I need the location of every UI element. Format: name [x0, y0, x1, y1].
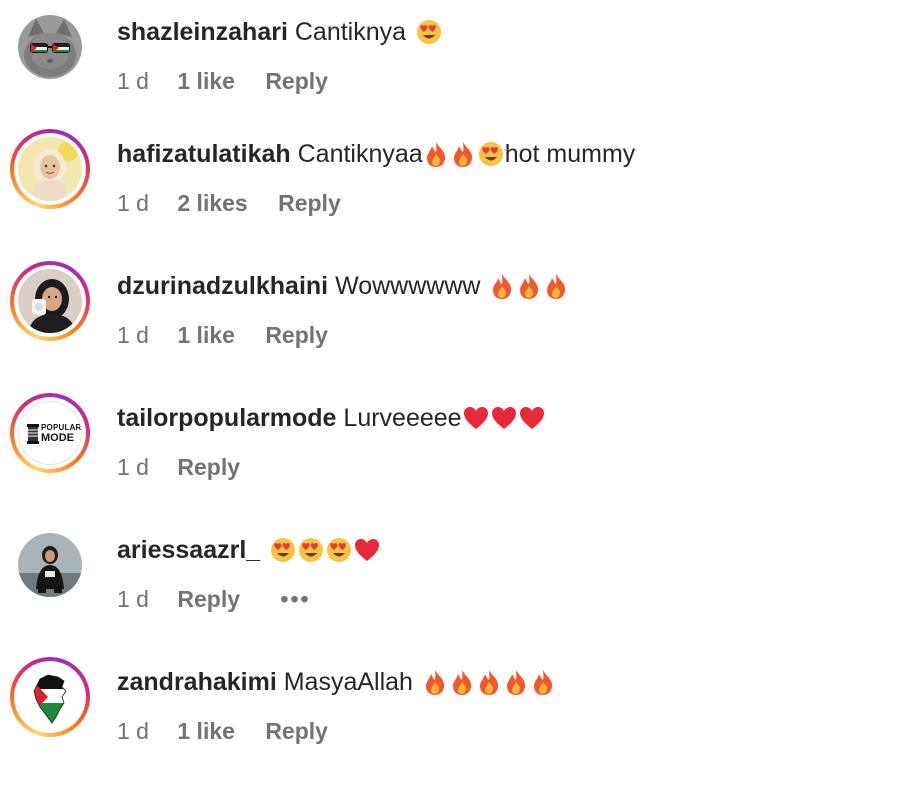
fire-emoji-icon — [520, 274, 539, 300]
avatar[interactable] — [10, 129, 90, 209]
username-link[interactable]: hafizatulatikah — [117, 140, 291, 168]
reply-button[interactable]: Reply — [278, 188, 341, 218]
red-heart-emoji-icon — [463, 407, 488, 430]
username-link[interactable]: dzurinadzulkhaini — [117, 272, 328, 300]
fire-emoji-icon — [425, 670, 445, 696]
woman-hijab-avatar — [18, 137, 82, 201]
timestamp: 1 d — [117, 454, 149, 480]
avatar[interactable] — [10, 525, 90, 605]
avatar[interactable] — [10, 261, 90, 341]
reply-button[interactable]: Reply — [265, 716, 328, 746]
fire-emoji-icon — [533, 670, 553, 696]
comment-text-after: hot mummy — [504, 140, 636, 168]
timestamp: 1 d — [117, 586, 149, 612]
fire-emoji-icon — [506, 670, 526, 696]
comment-meta: 1 d 2 likes Reply — [117, 188, 341, 218]
comment-text: Cantiknyaa — [297, 140, 423, 168]
likes-count-link[interactable]: 1 like — [177, 716, 235, 746]
cat-with-palestine-glasses-avatar — [18, 15, 82, 79]
comment-meta: 1 d 1 like Reply — [117, 320, 328, 350]
heart-eyes-emoji-icon — [327, 538, 352, 563]
likes-count-link[interactable]: 1 like — [177, 66, 235, 96]
logo-text-line2: MODE — [41, 432, 74, 444]
emoji-group — [462, 403, 546, 435]
comment-item: hafizatulatikah Cantiknyaa hot mummy 1 d… — [0, 129, 904, 261]
emoji-group — [489, 271, 570, 303]
fire-emoji-icon — [479, 670, 499, 696]
comment-meta: 1 d Reply ••• — [117, 584, 311, 614]
avatar-ring-inner — [14, 661, 86, 733]
username-link[interactable]: shazleinzahari — [117, 18, 288, 46]
comment-text: Lurveeeee — [343, 404, 462, 432]
fire-emoji-icon — [426, 142, 445, 168]
avatar[interactable] — [10, 7, 90, 87]
avatar-ring-inner — [14, 265, 86, 337]
avatar[interactable]: POPULAR MODE — [10, 393, 90, 473]
fire-emoji-icon — [453, 142, 472, 168]
timestamp: 1 d — [117, 322, 149, 348]
comment-item: shazleinzahari Cantiknya 1 d 1 like Repl… — [0, 7, 904, 139]
heart-eyes-emoji-icon — [478, 142, 503, 167]
comment-line: hafizatulatikah Cantiknyaa hot mummy — [117, 138, 635, 171]
comment-meta: 1 d 1 like Reply — [117, 716, 328, 746]
comment-line: tailorpopularmode Lurveeeee — [117, 402, 546, 435]
timestamp: 1 d — [117, 718, 149, 744]
popular-mode-logo-avatar: POPULAR MODE — [18, 401, 82, 465]
likes-count-link[interactable]: 2 likes — [177, 188, 247, 218]
comment-text: Wowwwwww — [335, 272, 481, 300]
emoji-group — [415, 17, 443, 49]
heart-eyes-emoji-icon — [271, 538, 296, 563]
heart-eyes-emoji-icon — [416, 20, 441, 45]
comment-item: ariessaazrl_ 1 d Reply ••• — [0, 525, 904, 657]
reply-button[interactable]: Reply — [265, 320, 328, 350]
person-dark-outfit-avatar — [18, 533, 82, 597]
fire-emoji-icon — [493, 274, 512, 300]
comment-meta: 1 d 1 like Reply — [117, 66, 328, 96]
emoji-group — [422, 667, 557, 699]
red-heart-emoji-icon — [355, 539, 380, 562]
comment-item: zandrahakimi MasyaAllah 1 d 1 like Reply — [0, 657, 904, 789]
avatar-ring-inner: POPULAR MODE — [14, 397, 86, 469]
avatar[interactable] — [10, 657, 90, 737]
comment-line: zandrahakimi MasyaAllah — [117, 666, 557, 699]
red-heart-emoji-icon — [519, 407, 544, 430]
reply-button[interactable]: Reply — [177, 452, 240, 482]
timestamp: 1 d — [117, 68, 149, 94]
comment-text: Cantiknya — [294, 18, 407, 46]
reply-button[interactable]: Reply — [177, 584, 240, 614]
emoji-group — [269, 535, 381, 567]
more-options-icon[interactable]: ••• — [280, 584, 310, 614]
comment-item: dzurinadzulkhaini Wowwwwww 1 d 1 like Re… — [0, 261, 904, 393]
woman-selfie-avatar — [18, 269, 82, 333]
comment-line: shazleinzahari Cantiknya — [117, 16, 443, 49]
palestine-map-flag-avatar — [18, 665, 82, 729]
red-heart-emoji-icon — [491, 407, 516, 430]
timestamp: 1 d — [117, 190, 149, 216]
username-link[interactable]: zandrahakimi — [117, 668, 277, 696]
fire-emoji-icon — [452, 670, 472, 696]
logo-text-line1: POPULAR — [41, 423, 82, 432]
likes-count-link[interactable]: 1 like — [177, 320, 235, 350]
comment-meta: 1 d Reply — [117, 452, 240, 482]
comment-item: POPULAR MODE tailorpopularmode Lurveeeee… — [0, 393, 904, 525]
comment-line: dzurinadzulkhaini Wowwwwww — [117, 270, 570, 303]
comment-text: MasyaAllah — [283, 668, 413, 696]
avatar-ring-inner — [14, 133, 86, 205]
emoji-group — [423, 139, 505, 171]
fire-emoji-icon — [547, 274, 566, 300]
heart-eyes-emoji-icon — [299, 538, 324, 563]
username-link[interactable]: ariessaazrl_ — [117, 536, 260, 564]
comment-line: ariessaazrl_ — [117, 534, 381, 567]
reply-button[interactable]: Reply — [265, 66, 328, 96]
username-link[interactable]: tailorpopularmode — [117, 404, 336, 432]
